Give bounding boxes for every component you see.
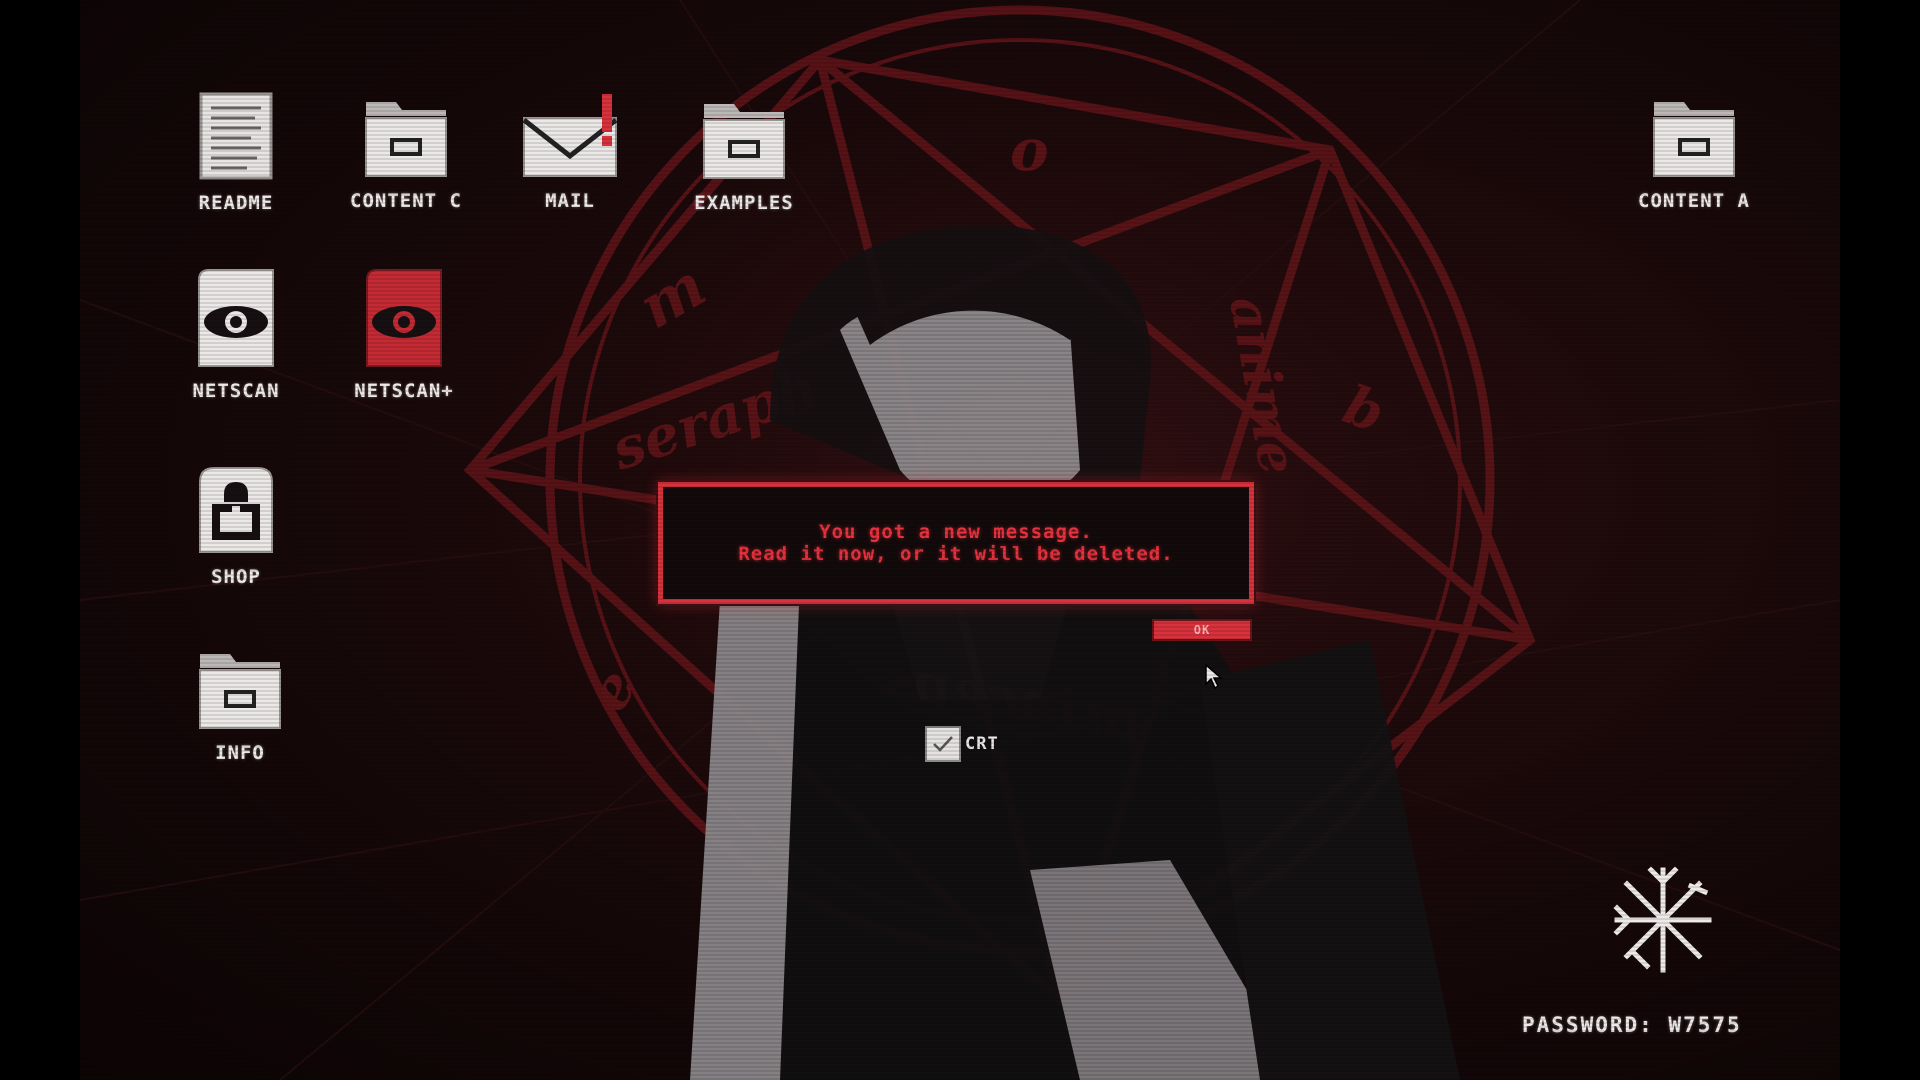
desktop-icon-readme[interactable]: README <box>146 90 326 214</box>
desktop-icon-label: CONTENT A <box>1638 190 1750 212</box>
mail-icon <box>522 94 618 177</box>
crt-checkbox[interactable]: CRT <box>925 726 999 762</box>
folder-icon <box>199 654 281 729</box>
desktop-icon-label: EXAMPLES <box>694 192 794 214</box>
desktop-icon-label: MAIL <box>545 190 595 212</box>
dialog-message-line-2: Read it now, or it will be deleted. <box>738 543 1174 565</box>
desktop-icon-label: CONTENT C <box>350 190 462 212</box>
sigil-logo-icon <box>1613 866 1712 973</box>
password-hint: PASSWORD: W7575 <box>1522 1013 1742 1037</box>
shop-icon <box>199 467 273 553</box>
background-glyph-o: o <box>1010 116 1049 184</box>
desktop-icon-label: NETSCAN+ <box>354 380 454 402</box>
checkbox-box[interactable] <box>925 726 961 762</box>
desktop-icon-netscan-plus[interactable]: NETSCAN+ <box>314 266 494 402</box>
mouse-cursor-icon <box>1205 664 1223 690</box>
folder-icon <box>1653 102 1735 177</box>
desktop-icon-label: README <box>198 192 274 214</box>
desktop-icon-mail[interactable]: MAIL <box>480 92 660 212</box>
desktop-icon-label: NETSCAN <box>192 380 280 402</box>
desktop-icon-label: INFO <box>215 742 265 764</box>
eye-file-icon <box>198 269 274 367</box>
desktop-icon-shop[interactable]: SHOP <box>146 464 326 588</box>
desktop-icon-examples[interactable]: EXAMPLES <box>654 98 834 214</box>
desktop-screen: o b m e seraph anime princeps <box>80 0 1840 1080</box>
message-dialog: You got a new message. Read it now, or i… <box>658 482 1254 604</box>
document-icon <box>199 92 273 180</box>
desktop-icon-content-a[interactable]: CONTENT A <box>1604 96 1784 212</box>
folder-icon <box>703 104 785 179</box>
folder-icon <box>365 102 447 177</box>
ok-button[interactable]: OK <box>1152 619 1252 641</box>
notification-mark-icon <box>602 94 612 132</box>
desktop-icon-netscan[interactable]: NETSCAN <box>146 266 326 402</box>
dialog-message-line-1: You got a new message. <box>819 521 1093 543</box>
eye-file-red-icon <box>366 269 442 367</box>
desktop-icon-info[interactable]: INFO <box>150 648 330 764</box>
desktop-icon-label: SHOP <box>211 566 261 588</box>
desktop-icon-content-c[interactable]: CONTENT C <box>316 96 496 212</box>
crt-label: CRT <box>965 734 999 754</box>
checkmark-icon <box>933 736 953 752</box>
